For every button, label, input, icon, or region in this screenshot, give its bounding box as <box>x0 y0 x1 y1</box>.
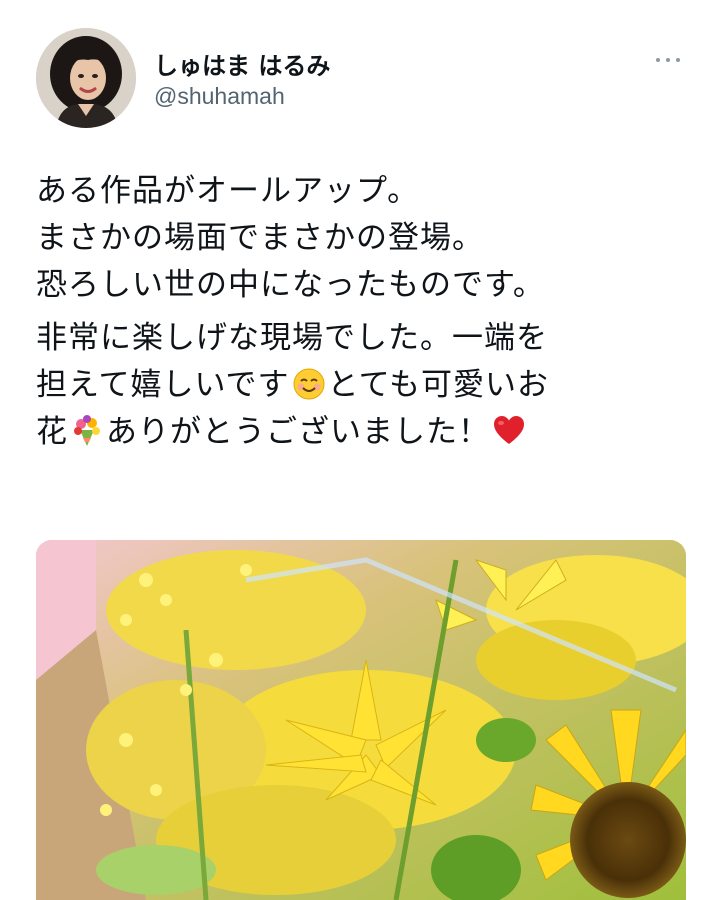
tweet-line: ある作品がオールアップ。 <box>36 173 420 209</box>
tweet-card: しゅはま はるみ @shuhamah ある作品がオールアップ。 まさかの場面でま… <box>0 0 720 900</box>
tweet-line: 非常に楽しげな現場でした。一端を <box>36 320 548 356</box>
red-heart-emoji-icon <box>494 416 524 444</box>
sunflower-bouquet-image <box>36 540 686 900</box>
more-dot <box>666 58 670 62</box>
tweet-text-segment: とても可愛いお <box>327 367 550 403</box>
tweet-line: 担えて嬉しいです とても可愛いお <box>36 362 696 409</box>
more-dot <box>656 58 660 62</box>
more-dot <box>676 58 680 62</box>
smiling-face-emoji-icon <box>293 368 325 400</box>
tweet-line: 花 ありがとうございました！ <box>36 409 696 456</box>
tweet-line: 恐ろしい世の中になったものです。 <box>36 267 545 303</box>
tweet-text-segment: 担えて嬉しいです <box>36 367 290 403</box>
tweet-text-segment: 花 <box>36 414 68 450</box>
tweet-paragraph: 非常に楽しげな現場でした。一端を 担えて嬉しいです とても可愛いお 花 ありがとうご… <box>36 315 696 456</box>
tweet-header: しゅはま はるみ @shuhamah <box>36 28 686 128</box>
bouquet-emoji-icon <box>74 415 100 446</box>
avatar-image <box>36 28 136 128</box>
tweet-paragraph: ある作品がオールアップ。 まさかの場面でまさかの登場。 恐ろしい世の中になったも… <box>36 168 696 309</box>
display-name[interactable]: しゅはま はるみ <box>154 46 330 81</box>
tweet-text: ある作品がオールアップ。 まさかの場面でまさかの登場。 恐ろしい世の中になったも… <box>36 168 696 456</box>
tweet-line: まさかの場面でまさかの登場。 <box>36 220 484 256</box>
tweet-photo[interactable] <box>36 540 686 900</box>
username-handle[interactable]: @shuhamah <box>154 83 285 110</box>
avatar[interactable] <box>36 28 136 128</box>
tweet-text-segment: ありがとうございました！ <box>106 414 490 450</box>
more-icon[interactable] <box>650 50 686 70</box>
